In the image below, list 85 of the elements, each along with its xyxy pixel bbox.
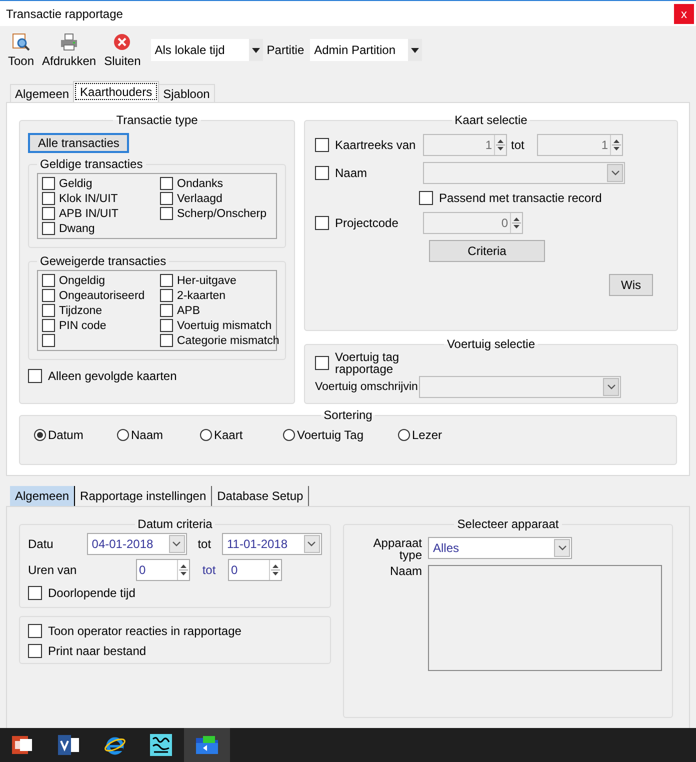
- number-field[interactable]: 0: [228, 559, 282, 581]
- caret-icon: [252, 48, 260, 52]
- spinner-icon: [271, 562, 280, 578]
- checkbox[interactable]: Alleen gevolgde kaarten: [28, 366, 286, 386]
- clear-button[interactable]: Wis: [609, 274, 653, 296]
- radio-button[interactable]: Naam: [117, 428, 200, 442]
- list-box[interactable]: [428, 565, 662, 671]
- spinner-icon: [612, 137, 621, 153]
- checkbox[interactable]: Scherp/Onscherp: [160, 206, 272, 221]
- radio-button[interactable]: Voertuig Tag: [283, 428, 398, 442]
- device-type-label: Apparaat type: [372, 537, 422, 561]
- checkbox[interactable]: APB IN/UIT: [42, 206, 160, 221]
- dropdown[interactable]: Als lokale tijd: [150, 39, 263, 61]
- printer-icon: [60, 32, 78, 50]
- tab[interactable]: Database Setup: [212, 486, 310, 506]
- document-magnifier-icon: [12, 32, 30, 50]
- spinner-icon: [512, 215, 521, 231]
- group-title: Voertuig selectie: [446, 337, 536, 351]
- chevron-down-icon: [558, 545, 566, 551]
- caret-icon: [411, 48, 420, 52]
- group-title: Geweigerde transacties: [39, 254, 168, 268]
- date-label: Datu: [28, 537, 54, 551]
- chevron-down-icon: [606, 384, 616, 390]
- dropdown[interactable]: Admin Partition: [310, 39, 422, 61]
- chevron-down-icon: [610, 170, 620, 176]
- radio-button[interactable]: Kaart: [200, 428, 283, 442]
- checkbox[interactable]: Geldig: [42, 176, 160, 191]
- close-icon: [113, 32, 132, 50]
- toolbar-button[interactable]: Sluiten: [100, 30, 145, 70]
- checkbox[interactable]: Doorlopende tijd: [28, 583, 322, 603]
- to-label: tot: [196, 537, 212, 551]
- chevron-down-icon: [307, 541, 316, 547]
- to-label: tot: [201, 563, 217, 577]
- radio-button[interactable]: Datum: [34, 428, 117, 442]
- checkbox[interactable]: Ongeldig: [42, 273, 160, 288]
- number-field[interactable]: 0: [136, 559, 190, 581]
- window-title: Transactie rapportage: [6, 6, 123, 20]
- tab[interactable]: Algemeen: [10, 84, 74, 102]
- dropdown[interactable]: 04-01-2018: [86, 533, 187, 555]
- checkbox[interactable]: Ongeautoriseerd: [42, 288, 160, 303]
- image-app-icon: [150, 734, 172, 756]
- partition-label: Partitie: [266, 43, 304, 57]
- tab[interactable]: Algemeen: [10, 486, 76, 506]
- checkbox[interactable]: Passend met transactie record: [419, 188, 602, 208]
- checkbox[interactable]: Categorie mismatch: [160, 333, 280, 348]
- close-button[interactable]: x: [674, 4, 694, 24]
- spinner-icon: [496, 137, 505, 153]
- dropdown[interactable]: Alles: [428, 537, 572, 559]
- description-label: Voertuig omschrijvin: [315, 381, 419, 393]
- group-title: Kaart selectie: [454, 113, 528, 127]
- checkbox[interactable]: Ondanks: [160, 176, 272, 191]
- tab[interactable]: Rapportage instellingen: [75, 486, 212, 506]
- checkbox[interactable]: PIN code: [42, 318, 160, 333]
- checkbox[interactable]: Print naar bestand: [28, 641, 322, 661]
- slides-app-icon: [12, 734, 34, 756]
- checkbox[interactable]: Verlaagd: [160, 191, 272, 206]
- checkbox[interactable]: APB: [160, 303, 280, 318]
- group-title: Datum criteria: [136, 517, 214, 531]
- name-label: Naam: [388, 565, 422, 580]
- checkbox[interactable]: Toon operator reacties in rapportage: [28, 621, 322, 641]
- tab[interactable]: Sjabloon: [158, 84, 215, 102]
- to-label: tot: [510, 138, 526, 152]
- group-title: Geldige transacties: [39, 157, 144, 171]
- toolbar-button[interactable]: Afdrukken: [38, 30, 100, 70]
- checkbox[interactable]: Voertuig mismatch: [160, 318, 280, 333]
- checkbox[interactable]: Dwang: [42, 221, 160, 236]
- chevron-down-icon: [172, 541, 182, 547]
- folder-icon: [195, 735, 219, 755]
- group-title: Selecteer apparaat: [456, 517, 560, 531]
- radio-button[interactable]: Lezer: [398, 428, 442, 442]
- diagram-app-icon: [58, 734, 80, 756]
- tab[interactable]: Kaarthouders: [73, 81, 160, 102]
- checkbox[interactable]: Voertuig tag rapportage: [315, 351, 415, 375]
- toolbar-button[interactable]: Toon: [4, 30, 38, 70]
- spinner-icon: [179, 562, 188, 578]
- checkbox[interactable]: Her-uitgave: [160, 273, 280, 288]
- group-title: Sortering: [322, 408, 374, 422]
- checkbox[interactable]: Klok IN/UIT: [42, 191, 160, 206]
- checkbox[interactable]: Tijdzone: [42, 303, 160, 318]
- dropdown[interactable]: 11-01-2018: [222, 533, 322, 555]
- group-title: Transactie type: [115, 113, 199, 127]
- all-transactions-button[interactable]: Alle transacties: [28, 133, 130, 153]
- hours-label: Uren van: [28, 563, 78, 577]
- criteria-button[interactable]: Criteria: [429, 240, 545, 262]
- checkbox[interactable]: 2-kaarten: [160, 288, 280, 303]
